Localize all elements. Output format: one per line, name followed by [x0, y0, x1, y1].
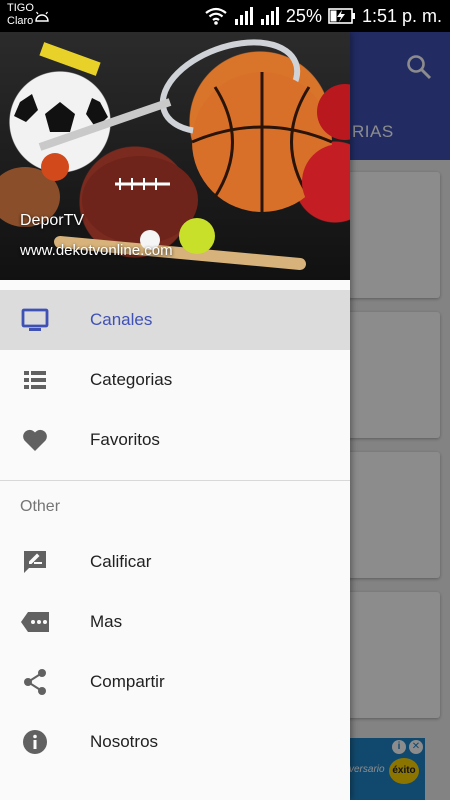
menu-item-label: Canales: [90, 310, 153, 329]
menu-item-label: Compartir: [90, 672, 165, 691]
menu-item-favoritos[interactable]: Favoritos: [0, 410, 350, 470]
signal-icon-2: [260, 7, 279, 25]
carrier-info: TIGO Claro: [7, 2, 34, 28]
share-icon: [20, 667, 50, 697]
app-website: www.dekotvonline.com: [20, 242, 173, 259]
carrier-name-1: TIGO: [7, 2, 34, 14]
drawer-header: DeporTV www.dekotvonline.com: [0, 32, 350, 280]
menu-item-label: Calificar: [90, 552, 152, 571]
clock: 1:51 p. m.: [361, 5, 442, 26]
menu-item-label: Categorias: [90, 370, 173, 389]
battery-percent: 25%: [285, 5, 322, 26]
android-notification-icon: [35, 11, 49, 22]
battery-charging-icon: [328, 8, 355, 24]
drawer-menu: Canales Categorias Favoritos Other Calif…: [0, 290, 350, 772]
status-bar: TIGO Claro 25% 1:51 p. m.: [0, 0, 450, 32]
heart-icon: [20, 425, 50, 455]
menu-item-nosotros[interactable]: Nosotros: [0, 712, 350, 772]
list-icon: [20, 365, 50, 395]
menu-item-categorias[interactable]: Categorias: [0, 350, 350, 410]
menu-item-label: Mas: [90, 612, 123, 631]
wifi-icon: [205, 7, 227, 25]
menu-item-canales[interactable]: Canales: [0, 290, 350, 350]
menu-item-mas[interactable]: Mas: [0, 592, 350, 652]
tv-icon: [20, 305, 50, 335]
carrier-name-2: Claro: [7, 15, 34, 27]
menu-item-compartir[interactable]: Compartir: [0, 652, 350, 712]
menu-item-label: Nosotros: [90, 732, 159, 751]
menu-item-calificar[interactable]: Calificar: [0, 532, 350, 592]
menu-item-label: Favoritos: [90, 430, 160, 449]
app-name: DeporTV: [20, 212, 85, 229]
navigation-drawer: DeporTV www.dekotvonline.com Canales Cat…: [0, 32, 350, 800]
signal-icon-1: [234, 7, 253, 25]
more-tag-icon: [20, 607, 50, 637]
rate-review-icon: [20, 547, 50, 577]
section-header-other: Other: [20, 497, 61, 515]
info-icon: [20, 727, 50, 757]
